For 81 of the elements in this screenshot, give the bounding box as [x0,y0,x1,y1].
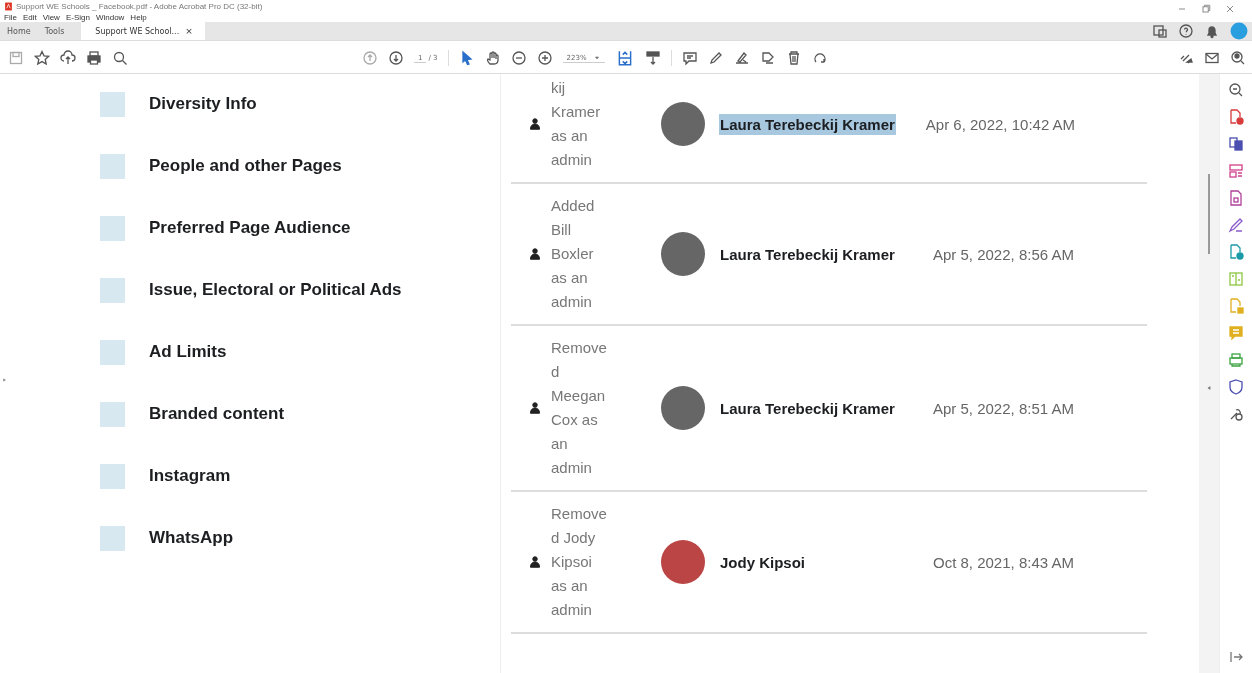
settings-item[interactable]: WhatsApp [149,528,234,548]
settings-item[interactable]: Branded content [149,404,285,424]
checkbox-square [100,339,125,365]
print-icon[interactable] [86,50,102,66]
compress-pdf-icon[interactable] [1228,244,1244,260]
checkbox-square [100,463,125,489]
menu-item[interactable]: Edit [22,12,37,22]
close-tab-button[interactable]: × [185,26,193,36]
pen-icon[interactable] [707,50,724,66]
avatar-photo-placeholder [661,386,705,430]
activity-description: Remove d Jody Kipsoi as an admin [551,504,608,620]
checkbox-square [100,215,125,241]
checkbox-square [100,525,125,551]
activity-description: Added Bill Boxler as an admin [551,196,596,312]
help-icon[interactable] [1178,23,1194,39]
avatar-photo-placeholder [661,540,705,584]
activity-description: Remove d Meegan Cox as an admin [551,338,608,478]
tab[interactable]: Home [0,22,38,40]
menu-item[interactable]: E-Sign [65,12,90,22]
avatar-photo-placeholder [661,232,705,276]
person-name[interactable]: Laura Terebeckij Kramer [719,243,921,265]
menu-item[interactable]: File [4,12,17,22]
checkbox-square [100,277,125,303]
scroll-mode-icon[interactable] [644,50,661,66]
zoom-icon[interactable] [1228,82,1244,98]
bell-icon[interactable] [1204,23,1220,39]
settings-item[interactable]: Instagram [149,466,231,486]
restore-icon[interactable] [1200,3,1212,15]
person-icon [529,402,541,414]
zoom-out-icon[interactable] [510,50,527,66]
stamp-icon[interactable] [759,50,776,66]
person-icon [529,248,541,260]
avatar-photo-placeholder [661,102,705,146]
person-name[interactable]: Laura Terebeckij Kramer [719,113,896,135]
checkbox-square [100,153,125,179]
person-name[interactable]: Jody Kipsoi [719,551,921,573]
checkbox-square [100,91,125,117]
tab[interactable]: Tools [37,22,72,40]
export-pdf-icon[interactable] [1228,136,1244,152]
activity-description: kij Kramer as an admin [551,78,602,170]
sign-icon[interactable] [733,50,750,66]
menu-item[interactable]: View [42,12,60,22]
expand-arrow-icon[interactable] [2,376,7,384]
timestamp: Apr 5, 2022, 8:51 AM [933,399,1074,417]
comment-icon[interactable] [681,50,698,66]
rotate-icon[interactable] [811,50,828,66]
share-icon[interactable] [1152,23,1168,39]
fill-sign-icon[interactable] [1228,217,1244,233]
menu-item[interactable]: Help [130,12,147,22]
timestamp: Apr 5, 2022, 8:56 AM [933,245,1074,263]
edit-pdf-icon[interactable] [1228,190,1244,206]
person-icon [529,118,541,130]
collapse-arrow-icon[interactable] [1206,384,1212,392]
caret-icon [592,53,601,62]
scrollbar-thumb[interactable] [1208,174,1210,254]
timestamp: Apr 6, 2022, 10:42 AM [925,115,1076,133]
settings-item[interactable]: Issue, Electoral or Political Ads [149,280,402,300]
window-title: Support WE Schools _ Facebook.pdf - Adobe Acrobat Pro DC (32-bit) [16,1,263,11]
person-icon [529,556,541,568]
timestamp: Oct 8, 2021, 8:43 AM [933,553,1074,571]
search-icon[interactable] [112,50,128,66]
menu-item[interactable]: Window [95,12,125,22]
settings-item[interactable]: People and other Pages [149,156,342,176]
email-icon[interactable] [1204,50,1220,66]
settings-item[interactable]: Preferred Page Audience [149,218,351,238]
create-pdf-icon[interactable] [1228,109,1244,125]
zoom-in-icon[interactable] [536,50,553,66]
settings-item[interactable]: Ad Limits [149,342,227,362]
cloud-upload-icon[interactable] [60,50,76,66]
bookmark-star-icon[interactable] [34,50,50,66]
expand-panel-icon[interactable] [1228,649,1244,665]
tab[interactable]: Support WE School... × [81,22,206,40]
scan-icon[interactable] [1228,352,1244,368]
hand-icon[interactable] [484,50,501,66]
organize-pages-icon[interactable] [1228,163,1244,179]
shield-icon[interactable] [1228,379,1244,395]
person-name[interactable]: Laura Terebeckij Kramer [719,397,921,419]
next-page-icon[interactable] [388,50,404,66]
settings-item[interactable]: Diversity Info [149,94,257,114]
close-icon[interactable] [1224,3,1236,15]
checkbox-square [100,401,125,427]
